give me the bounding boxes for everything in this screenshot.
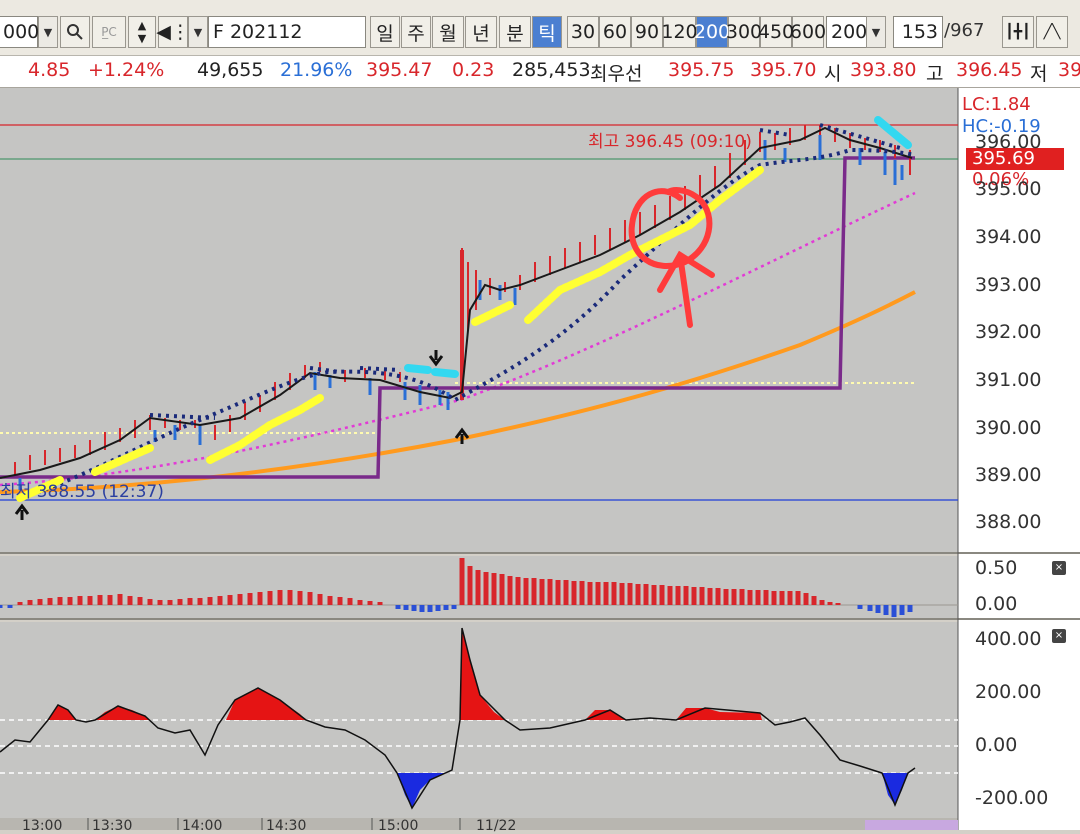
tick-label: 30 — [570, 21, 596, 43]
quote-high-label: 고 — [926, 63, 944, 85]
tick-label: 60 — [602, 21, 628, 43]
tick-30-button[interactable]: 30 — [567, 16, 599, 48]
period-week-button[interactable]: 주 — [401, 16, 431, 48]
scrollbar-thumb[interactable] — [865, 820, 958, 830]
panel3-y-tick: -200.00 — [975, 787, 1049, 809]
y-tick-label: 391.00 — [975, 369, 1042, 391]
search-button[interactable] — [60, 16, 90, 48]
period-label: 주 — [407, 22, 425, 45]
tick-90-button[interactable]: 90 — [631, 16, 663, 48]
tick-label: 300 — [725, 21, 763, 43]
quote-open-interest: 285,453 — [512, 59, 591, 81]
code-select-value: 000 — [3, 21, 40, 43]
high-annotation: 최고 396.45 (09:10) — [588, 132, 752, 152]
period-label: 년 — [472, 22, 490, 45]
y-tick-label: 394.00 — [975, 226, 1042, 248]
code-dropdown-arrow[interactable]: ▼ — [38, 16, 58, 48]
x-tick-label: 14:00 — [182, 818, 223, 834]
tick-450-button[interactable]: 450 — [757, 16, 795, 48]
tick-label: 600 — [789, 21, 827, 43]
tick-60-button[interactable]: 60 — [599, 16, 631, 48]
period-year-button[interactable]: 년 — [465, 16, 497, 48]
toolbar: 000 ▼ P̲C ▲ ▼ ◀⋮ ▼ F 202112 일 주 월 년 분 틱 3… — [0, 0, 1080, 56]
y-tick-label: 388.00 — [975, 511, 1042, 533]
quote-price: 395.47 — [366, 59, 433, 81]
count-select-value: 200 — [831, 21, 868, 43]
period-label: 월 — [439, 22, 457, 45]
sound-dropdown-arrow[interactable]: ▼ — [188, 16, 208, 48]
quote-price-diff: 0.23 — [452, 59, 495, 81]
count-dropdown-arrow[interactable]: ▼ — [866, 16, 886, 48]
x-tick-label: 15:00 — [378, 818, 419, 834]
stepper-button[interactable]: ▲ ▼ — [128, 16, 156, 48]
chart-svg — [0, 88, 1080, 830]
panel2-close-icon[interactable]: × — [1052, 561, 1066, 575]
page-input[interactable]: 153 — [893, 16, 943, 48]
quote-best-label: 최우선 — [590, 63, 643, 85]
low-annotation: 최저 388.55 (12:37) — [0, 482, 164, 502]
y-tick-label: 392.00 — [975, 321, 1042, 343]
sound-button[interactable]: ◀⋮ — [156, 16, 190, 48]
futures-code-input[interactable]: F 202112 — [208, 16, 366, 48]
tick-300-button[interactable]: 300 — [725, 16, 763, 48]
tick-200-button[interactable]: 200 — [693, 16, 731, 48]
panel3-close-icon[interactable]: × — [1052, 629, 1066, 643]
code-select[interactable]: 000 — [0, 16, 40, 48]
candle-icon: ┃╋┃ — [1005, 24, 1031, 40]
panel3-y-tick: 200.00 — [975, 681, 1042, 703]
period-tick-button[interactable]: 틱 — [532, 16, 562, 48]
quote-best-ask: 395.75 — [668, 59, 735, 81]
lc-label: LC:1.84 — [962, 94, 1031, 115]
x-tick-label: 11/22 — [476, 818, 517, 834]
x-tick-label: 13:00 — [22, 818, 63, 834]
quote-best-bid: 395.70 — [750, 59, 817, 81]
panel3-y-tick: 0.00 — [975, 734, 1018, 756]
quote-bar: 4.85 +1.24% 49,655 21.96% 395.47 0.23 28… — [0, 56, 1080, 88]
y-tick-label: 393.00 — [975, 274, 1042, 296]
quote-high-value: 396.45 — [956, 59, 1023, 81]
y-tick-label: 389.00 — [975, 464, 1042, 486]
updown-icon: ▲ ▼ — [137, 19, 147, 45]
futures-code-value: F 202112 — [213, 21, 303, 43]
x-tick-label: 13:30 — [92, 818, 133, 834]
y-tick-label: 390.00 — [975, 417, 1042, 439]
tick-120-button[interactable]: 120 — [661, 16, 698, 48]
count-select[interactable]: 200 — [826, 16, 868, 48]
period-label: 분 — [506, 22, 524, 45]
line-chart-icon: ╱╲ — [1043, 24, 1061, 40]
period-month-button[interactable]: 월 — [432, 16, 464, 48]
period-day-button[interactable]: 일 — [370, 16, 400, 48]
tick-600-button[interactable]: 600 — [789, 16, 827, 48]
candle-tool-button[interactable]: ┃╋┃ — [1002, 16, 1034, 48]
tick-label: 120 — [661, 21, 698, 43]
pc-button[interactable]: P̲C — [92, 16, 126, 48]
quote-low-label: 저 — [1030, 63, 1048, 85]
chart-area[interactable]: LC:1.84 HC:-0.19 최고 396.45 (09:10) 최저 38… — [0, 88, 1080, 834]
line-tool-button[interactable]: ╱╲ — [1036, 16, 1068, 48]
quote-open-value: 393.80 — [850, 59, 917, 81]
pc-icon: P̲C — [101, 25, 117, 39]
quote-change: 4.85 — [28, 59, 71, 81]
quote-change-pct: +1.24% — [88, 59, 165, 81]
speaker-icon: ◀⋮ — [156, 21, 190, 43]
quote-volume-pct: 21.96% — [280, 59, 353, 81]
quote-low-value: 39 — [1058, 59, 1080, 81]
tick-label: 450 — [757, 21, 795, 43]
panel2-y-tick: 0.00 — [975, 593, 1018, 615]
quote-open-label: 시 — [824, 63, 842, 85]
panel2-y-tick: 0.50 — [975, 557, 1018, 579]
period-label: 틱 — [538, 22, 556, 45]
search-icon — [67, 24, 83, 40]
tick-label: 90 — [634, 21, 660, 43]
period-minute-button[interactable]: 분 — [499, 16, 531, 48]
tick-label: 200 — [693, 21, 731, 43]
page-current: 153 — [901, 21, 938, 43]
y-tick-label: 395.00 — [975, 178, 1042, 200]
y-tick-label: 396.00 — [975, 131, 1042, 153]
quote-volume: 49,655 — [197, 59, 264, 81]
x-tick-label: 14:30 — [266, 818, 307, 834]
page-total: /967 — [944, 20, 985, 41]
period-label: 일 — [376, 22, 394, 45]
panel3-y-tick: 400.00 — [975, 628, 1042, 650]
